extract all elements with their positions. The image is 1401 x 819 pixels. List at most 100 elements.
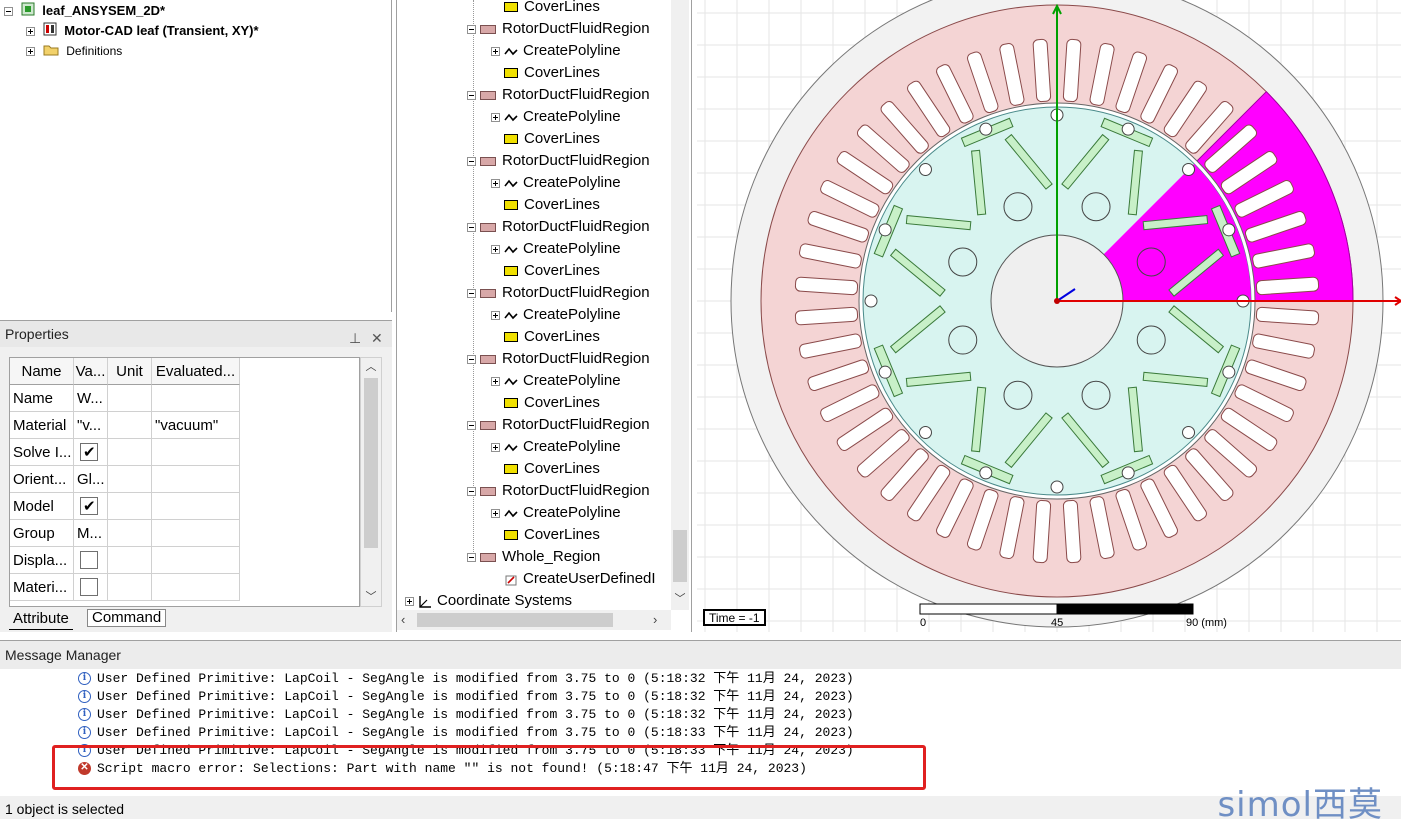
property-evaluated-cell[interactable]: "vacuum": [152, 412, 240, 439]
collapse-icon[interactable]: [467, 24, 476, 34]
tree-item-cover[interactable]: CoverLines: [491, 128, 600, 150]
property-evaluated-cell[interactable]: [152, 547, 240, 574]
tree-item-cover[interactable]: CoverLines: [491, 524, 600, 546]
property-checkbox[interactable]: [80, 439, 98, 465]
property-value-cell[interactable]: [74, 493, 108, 520]
info-message[interactable]: i User Defined Primitive: LapCoil - SegAn…: [78, 706, 854, 724]
property-value-cell[interactable]: M...: [74, 520, 108, 547]
project-root-item[interactable]: leaf_ANSYSEM_2D*: [4, 1, 165, 21]
property-value-cell[interactable]: "v...: [74, 412, 108, 439]
tree-item-region[interactable]: Whole_Region: [467, 546, 600, 568]
tree-item-poly[interactable]: CreatePolyline: [491, 172, 621, 194]
property-evaluated-cell[interactable]: [152, 574, 240, 601]
info-message[interactable]: i User Defined Primitive: LapCoil - SegAn…: [78, 724, 854, 742]
expand-icon[interactable]: [26, 27, 35, 37]
definitions-item[interactable]: Definitions: [26, 41, 122, 61]
expand-icon[interactable]: [405, 596, 414, 606]
property-checkbox[interactable]: [80, 578, 98, 596]
property-value-cell[interactable]: Gl...: [74, 466, 108, 493]
column-header[interactable]: Evaluated...: [152, 358, 240, 385]
property-value-cell[interactable]: [74, 547, 108, 574]
property-unit-cell[interactable]: [108, 439, 152, 466]
collapse-icon[interactable]: [467, 486, 476, 496]
collapse-icon[interactable]: [467, 354, 476, 364]
tree-item-cover[interactable]: CoverLines: [491, 62, 600, 84]
property-value-cell[interactable]: [74, 574, 108, 601]
collapse-icon[interactable]: [467, 552, 476, 562]
scroll-left-icon[interactable]: ‹: [401, 612, 405, 627]
tree-item-cover[interactable]: CoverLines: [491, 458, 600, 480]
tree-item-region[interactable]: RotorDuctFluidRegion: [467, 150, 650, 172]
property-unit-cell[interactable]: [108, 385, 152, 412]
tree-item-region[interactable]: RotorDuctFluidRegion: [467, 282, 650, 304]
property-value-cell[interactable]: W...: [74, 385, 108, 412]
property-unit-cell[interactable]: [108, 574, 152, 601]
property-unit-cell[interactable]: [108, 520, 152, 547]
modeler-view[interactable]: 0 45 90 (mm) Time = -1: [697, 0, 1401, 632]
property-unit-cell[interactable]: [108, 493, 152, 520]
property-evaluated-cell[interactable]: [152, 439, 240, 466]
collapse-icon[interactable]: [4, 7, 13, 17]
design-item[interactable]: Motor-CAD leaf (Transient, XY)*: [26, 21, 259, 41]
model-tree-vscrollbar[interactable]: ﹀: [671, 0, 689, 610]
expand-icon[interactable]: [491, 508, 500, 518]
info-message[interactable]: i User Defined Primitive: LapCoil - SegAn…: [78, 688, 854, 706]
expand-icon[interactable]: [491, 46, 500, 56]
tree-item-poly[interactable]: CreatePolyline: [491, 238, 621, 260]
expand-icon[interactable]: [491, 376, 500, 386]
property-unit-cell[interactable]: [108, 547, 152, 574]
tree-item-cover[interactable]: CoverLines: [491, 194, 600, 216]
collapse-icon[interactable]: [467, 420, 476, 430]
tree-item-poly[interactable]: CreatePolyline: [491, 304, 621, 326]
tree-item-region[interactable]: RotorDuctFluidRegion: [467, 348, 650, 370]
tree-item-cover[interactable]: CoverLines: [491, 260, 600, 282]
property-evaluated-cell[interactable]: [152, 520, 240, 547]
info-message[interactable]: i User Defined Primitive: LapCoil - SegAn…: [78, 670, 854, 688]
tree-item-region[interactable]: RotorDuctFluidRegion: [467, 18, 650, 40]
tree-item-cover[interactable]: CoverLines: [491, 326, 600, 348]
tree-item-poly[interactable]: CreatePolyline: [491, 106, 621, 128]
expand-icon[interactable]: [491, 442, 500, 452]
tree-item-udp[interactable]: CreateUserDefinedI: [491, 568, 656, 590]
property-unit-cell[interactable]: [108, 466, 152, 493]
tab-command[interactable]: Command: [87, 609, 167, 627]
tree-item-cover[interactable]: CoverLines: [491, 392, 600, 414]
pin-icon[interactable]: ⊥: [349, 325, 361, 351]
expand-icon[interactable]: [491, 178, 500, 188]
property-checkbox[interactable]: [80, 493, 98, 519]
tree-item-poly[interactable]: CreatePolyline: [491, 370, 621, 392]
collapse-icon[interactable]: [467, 288, 476, 298]
property-evaluated-cell[interactable]: [152, 385, 240, 412]
scroll-right-icon[interactable]: ›: [653, 612, 657, 627]
tree-item-region[interactable]: RotorDuctFluidRegion: [467, 414, 650, 436]
tree-item-cover[interactable]: CoverLines: [491, 0, 600, 18]
tree-item-region[interactable]: RotorDuctFluidRegion: [467, 480, 650, 502]
scroll-up-icon[interactable]: ︿: [361, 358, 381, 376]
model-tree-hscrollbar[interactable]: ‹ ›: [397, 610, 671, 630]
scroll-thumb[interactable]: [417, 613, 613, 627]
property-checkbox[interactable]: [80, 551, 98, 569]
properties-scrollbar[interactable]: ︿ ﹀: [360, 357, 382, 607]
tab-attribute[interactable]: Attribute: [9, 608, 73, 630]
geometry-canvas[interactable]: 0 45 90 (mm): [697, 0, 1401, 632]
column-header[interactable]: Unit: [108, 358, 152, 385]
collapse-icon[interactable]: [467, 222, 476, 232]
tree-item-poly[interactable]: CreatePolyline: [491, 40, 621, 62]
expand-icon[interactable]: [491, 244, 500, 254]
close-icon[interactable]: ✕: [371, 325, 383, 351]
column-header[interactable]: Name: [10, 358, 74, 385]
expand-icon[interactable]: [26, 47, 35, 57]
property-value-cell[interactable]: [74, 439, 108, 466]
property-evaluated-cell[interactable]: [152, 466, 240, 493]
column-header[interactable]: Va...: [74, 358, 108, 385]
tree-item-poly[interactable]: CreatePolyline: [491, 436, 621, 458]
tree-item-region[interactable]: RotorDuctFluidRegion: [467, 216, 650, 238]
property-evaluated-cell[interactable]: [152, 493, 240, 520]
expand-icon[interactable]: [491, 112, 500, 122]
scroll-down-icon[interactable]: ﹀: [361, 588, 381, 606]
expand-icon[interactable]: [491, 310, 500, 320]
tree-item-region[interactable]: RotorDuctFluidRegion: [467, 84, 650, 106]
scroll-thumb[interactable]: [673, 530, 687, 582]
collapse-icon[interactable]: [467, 156, 476, 166]
property-unit-cell[interactable]: [108, 412, 152, 439]
